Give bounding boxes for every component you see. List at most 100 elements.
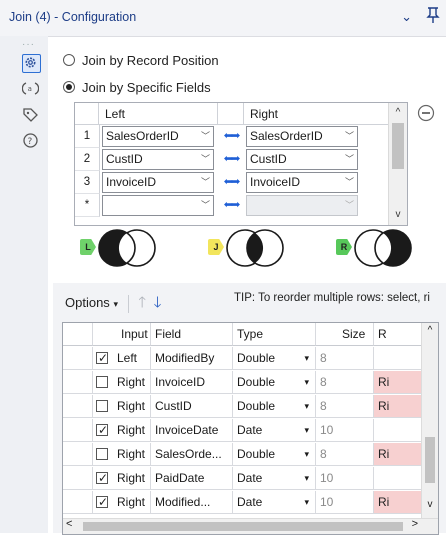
field-include-checkbox[interactable]	[96, 400, 108, 412]
field-table-vertical-scrollbar[interactable]: ^ v	[421, 323, 438, 518]
field-include-checkbox[interactable]	[96, 448, 108, 460]
left-field-dropdown-new[interactable]: ﹀	[102, 195, 214, 216]
field-size-cell[interactable]: 8	[316, 371, 374, 394]
field-size-cell[interactable]: 10	[316, 467, 374, 490]
right-field-dropdown-new: ﹀	[246, 195, 358, 216]
left-field-value: CustID	[106, 152, 143, 166]
field-type-dropdown[interactable]: Date ▾	[233, 419, 316, 442]
checkbox-cell	[63, 467, 93, 490]
field-type-value: Double	[237, 351, 276, 365]
scroll-thumb[interactable]	[425, 437, 435, 483]
input-source-label: Right	[117, 399, 146, 413]
type-column-header[interactable]: Type	[233, 323, 316, 346]
help-icon[interactable]: ?	[22, 132, 39, 149]
input-source-label: Left	[117, 351, 138, 365]
rename-column-header[interactable]: R	[374, 323, 422, 346]
right-field-value: InvoiceID	[250, 175, 301, 189]
options-menu-button[interactable]: Options ▾	[65, 295, 118, 310]
scroll-left-icon[interactable]: <	[66, 518, 72, 530]
field-size-cell[interactable]: 8	[316, 395, 374, 418]
checkbox-cell	[63, 395, 93, 418]
input-column-header[interactable]: Input	[93, 323, 151, 346]
new-row-marker: *	[75, 194, 100, 217]
field-table-horizontal-scrollbar[interactable]: < >	[63, 518, 438, 534]
input-cell: Right	[93, 395, 151, 418]
field-size-cell[interactable]: 8	[316, 347, 374, 370]
scroll-down-icon[interactable]: v	[389, 207, 407, 223]
arrow-column-header	[218, 103, 244, 125]
input-cell: Right	[93, 443, 151, 466]
left-field-dropdown[interactable]: CustID ﹀	[102, 149, 214, 170]
right-field-dropdown[interactable]: CustID ﹀	[246, 149, 358, 170]
scroll-up-icon[interactable]: ^	[422, 325, 438, 336]
left-field-value: SalesOrderID	[106, 129, 179, 143]
join-by-position-radio[interactable]	[63, 54, 75, 66]
right-field-dropdown[interactable]: SalesOrderID ﹀	[246, 126, 358, 147]
left-column-header: Left	[99, 103, 218, 125]
field-type-dropdown[interactable]: Double ▾	[233, 371, 316, 394]
field-type-dropdown[interactable]: Date ▾	[233, 467, 316, 490]
join-output-anchor: J	[208, 239, 224, 255]
title-bar: Join (4) - Configuration ⌄	[0, 0, 446, 37]
tag-icon[interactable]	[22, 106, 39, 123]
right-column-header: Right	[244, 103, 389, 125]
annotation-icon[interactable]: a	[21, 80, 40, 97]
rename-cell[interactable]: Ri	[374, 443, 422, 466]
join-by-position-label: Join by Record Position	[82, 52, 219, 68]
scroll-right-icon[interactable]: >	[412, 518, 418, 530]
scroll-up-icon[interactable]: ^	[389, 105, 407, 121]
left-output-venn: L	[80, 228, 166, 268]
dropdown-caret-icon: ▾	[304, 377, 309, 387]
collapse-chevron-icon[interactable]: ⌄	[401, 9, 412, 25]
scroll-thumb[interactable]	[392, 123, 404, 169]
move-up-arrow-icon[interactable]: 🡑	[138, 294, 146, 311]
chevron-down-icon: ﹀	[200, 177, 210, 187]
join-by-position-option[interactable]: Join by Record Position	[63, 51, 219, 69]
rename-cell[interactable]	[374, 419, 422, 442]
field-include-checkbox[interactable]	[96, 467, 108, 489]
pin-icon[interactable]	[425, 6, 441, 27]
right-output-venn: R	[336, 228, 422, 268]
right-field-dropdown[interactable]: InvoiceID ﹀	[246, 172, 358, 193]
input-source-label: Right	[117, 423, 146, 437]
field-size-cell[interactable]: 10	[316, 419, 374, 442]
checkbox-column-header	[63, 323, 93, 346]
size-column-header[interactable]: Size	[316, 323, 374, 346]
field-type-dropdown[interactable]: Date ▾	[233, 491, 316, 514]
move-down-arrow-icon[interactable]: 🡓	[154, 294, 162, 311]
rename-cell[interactable]	[374, 347, 422, 370]
rename-cell[interactable]: Ri	[374, 371, 422, 394]
dropdown-caret-icon: ▾	[113, 299, 118, 309]
left-field-dropdown[interactable]: InvoiceID ﹀	[102, 172, 214, 193]
field-type-dropdown[interactable]: Double ▾	[233, 443, 316, 466]
checkbox-cell	[63, 491, 93, 514]
svg-text:?: ?	[28, 137, 33, 147]
field-name-cell: CustID	[151, 395, 233, 418]
row-number: 2	[75, 148, 100, 171]
rename-cell[interactable]: Ri	[374, 395, 422, 418]
gear-icon[interactable]	[22, 54, 41, 73]
field-include-checkbox[interactable]	[96, 376, 108, 388]
join-by-fields-option[interactable]: Join by Specific Fields	[63, 78, 211, 96]
field-include-checkbox[interactable]	[96, 419, 108, 441]
remove-row-button[interactable]	[417, 104, 435, 122]
rename-cell[interactable]: Ri	[374, 491, 422, 514]
join-by-fields-radio[interactable]	[63, 81, 75, 93]
scroll-down-icon[interactable]: v	[422, 499, 438, 510]
scroll-thumb[interactable]	[83, 522, 403, 531]
field-column-header[interactable]: Field	[151, 323, 233, 346]
input-source-label: Right	[117, 471, 146, 485]
field-type-dropdown[interactable]: Double ▾	[233, 347, 316, 370]
field-include-checkbox[interactable]	[96, 347, 108, 369]
left-field-dropdown[interactable]: SalesOrderID ﹀	[102, 126, 214, 147]
join-arrows-icon: ⬅➡	[223, 199, 240, 211]
right-field-value: SalesOrderID	[250, 129, 323, 143]
join-grid-scrollbar[interactable]: ^ v	[388, 103, 407, 225]
field-include-checkbox[interactable]	[96, 491, 108, 513]
field-size-cell[interactable]: 8	[316, 443, 374, 466]
svg-text:a: a	[28, 85, 32, 93]
field-size-cell[interactable]: 10	[316, 491, 374, 514]
rename-cell[interactable]	[374, 467, 422, 490]
options-label: Options	[65, 295, 110, 310]
field-type-dropdown[interactable]: Double ▾	[233, 395, 316, 418]
